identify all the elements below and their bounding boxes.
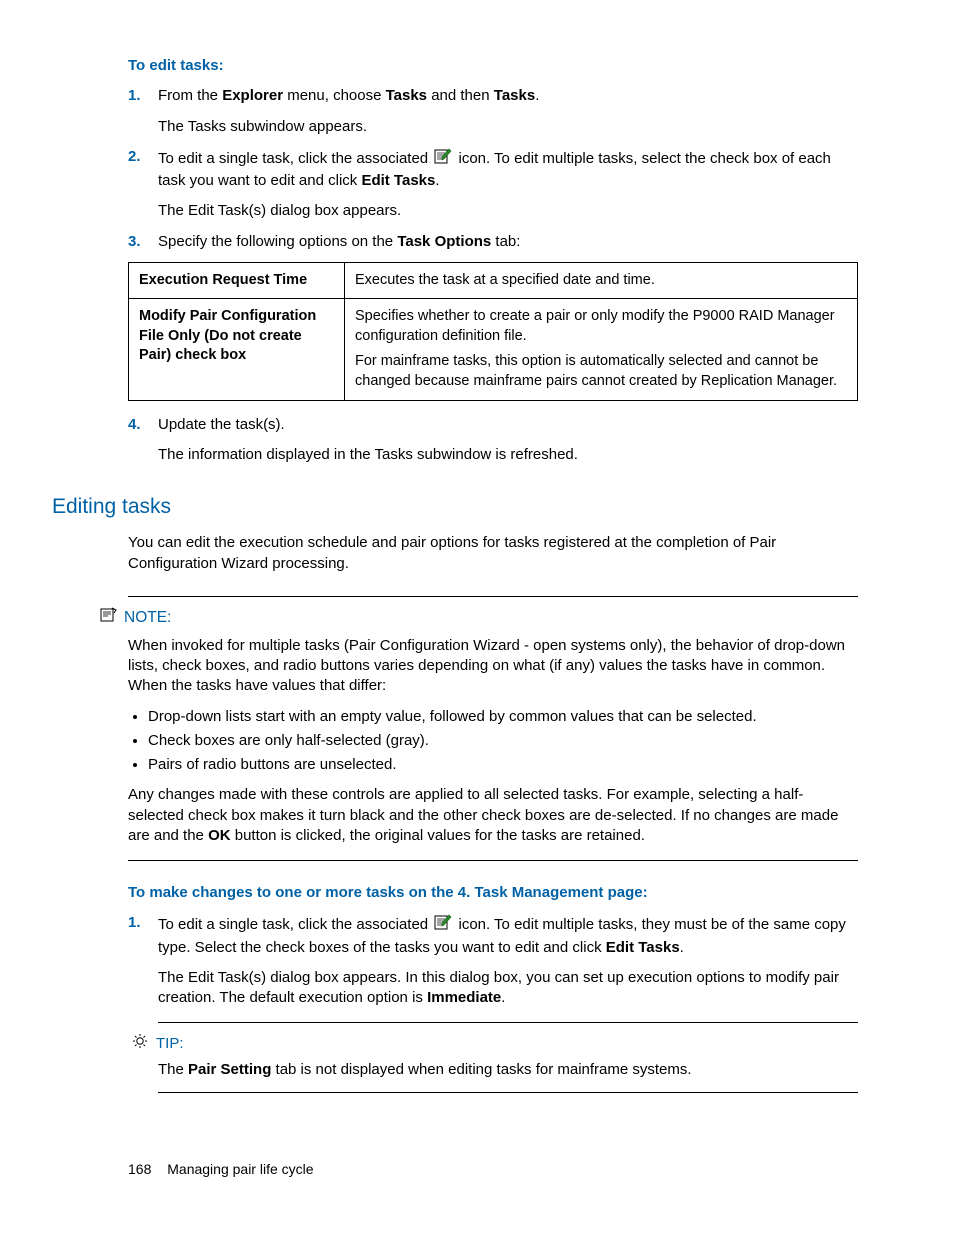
step-body: From the Explorer menu, choose Tasks and… (158, 86, 858, 137)
bullet-item: Pairs of radio buttons are unselected. (148, 755, 858, 775)
table-row: Modify Pair Configuration File Only (Do … (129, 299, 858, 400)
option-label: Execution Request Time (129, 262, 345, 299)
section-title-editing-tasks: Editing tasks (52, 493, 858, 521)
step-paragraph: Specify the following options on the Tas… (158, 232, 858, 252)
edit-task-icon (434, 913, 452, 937)
step-body: Specify the following options on the Tas… (158, 232, 858, 252)
option-label: Modify Pair Configuration File Only (Do … (129, 299, 345, 400)
step-paragraph: The information displayed in the Tasks s… (158, 445, 858, 465)
step-number: 1. (128, 86, 158, 137)
step-paragraph: Update the task(s). (158, 415, 858, 435)
tip-icon (132, 1033, 156, 1055)
step-paragraph: The Edit Task(s) dialog box appears. (158, 201, 858, 221)
note-icon (100, 607, 124, 630)
page-footer: 168 Managing pair life cycle (128, 1160, 314, 1179)
procedure-steps-1: 1.From the Explorer menu, choose Tasks a… (128, 86, 858, 252)
step-body: Update the task(s). The information displ… (158, 415, 858, 466)
step-body: To edit a single task, click the associa… (158, 913, 858, 1008)
step-paragraph: To edit a single task, click the associa… (158, 913, 858, 958)
option-description: Specifies whether to create a pair or on… (345, 299, 858, 400)
list-item: 1.To edit a single task, click the assoc… (128, 913, 858, 1008)
table-row: Execution Request TimeExecutes the task … (129, 262, 858, 299)
tip-callout: TIP: The Pair Setting tab is not display… (158, 1022, 858, 1093)
step-paragraph: To edit a single task, click the associa… (158, 147, 858, 192)
step-number: 3. (128, 232, 158, 252)
list-item: 2.To edit a single task, click the assoc… (128, 147, 858, 222)
procedure-heading-2: To make changes to one or more tasks on … (128, 883, 858, 903)
note-callout: NOTE: When invoked for multiple tasks (P… (128, 596, 858, 861)
step-number: 2. (128, 147, 158, 222)
list-item: 1.From the Explorer menu, choose Tasks a… (128, 86, 858, 137)
bullet-item: Drop-down lists start with an empty valu… (148, 707, 858, 727)
bullet-item: Check boxes are only half-selected (gray… (148, 731, 858, 751)
edit-task-icon (434, 147, 452, 171)
procedure-steps-2: 1.To edit a single task, click the assoc… (128, 913, 858, 1008)
section-intro: You can edit the execution schedule and … (128, 533, 858, 574)
procedure-heading: To edit tasks: (128, 56, 858, 76)
step-number: 1. (128, 913, 158, 1008)
step-body: To edit a single task, click the associa… (158, 147, 858, 222)
list-item: 3.Specify the following options on the T… (128, 232, 858, 252)
note-bullets: Drop-down lists start with an empty valu… (128, 707, 858, 776)
chapter-name: Managing pair life cycle (167, 1161, 313, 1177)
tip-body: The Pair Setting tab is not displayed wh… (158, 1060, 858, 1080)
note-p2: Any changes made with these controls are… (128, 785, 858, 846)
step-paragraph: The Tasks subwindow appears. (158, 117, 858, 137)
step-paragraph: From the Explorer menu, choose Tasks and… (158, 86, 858, 106)
step-number: 4. (128, 415, 158, 466)
page-number: 168 (128, 1161, 151, 1177)
tip-label: TIP: (156, 1034, 184, 1054)
option-description: Executes the task at a specified date an… (345, 262, 858, 299)
procedure-steps-1b: 4.Update the task(s). The information dis… (128, 415, 858, 466)
task-options-table: Execution Request TimeExecutes the task … (128, 262, 858, 401)
note-label: NOTE: (124, 608, 171, 629)
step-paragraph: The Edit Task(s) dialog box appears. In … (158, 968, 858, 1009)
list-item: 4.Update the task(s). The information dis… (128, 415, 858, 466)
note-p1: When invoked for multiple tasks (Pair Co… (128, 636, 858, 697)
